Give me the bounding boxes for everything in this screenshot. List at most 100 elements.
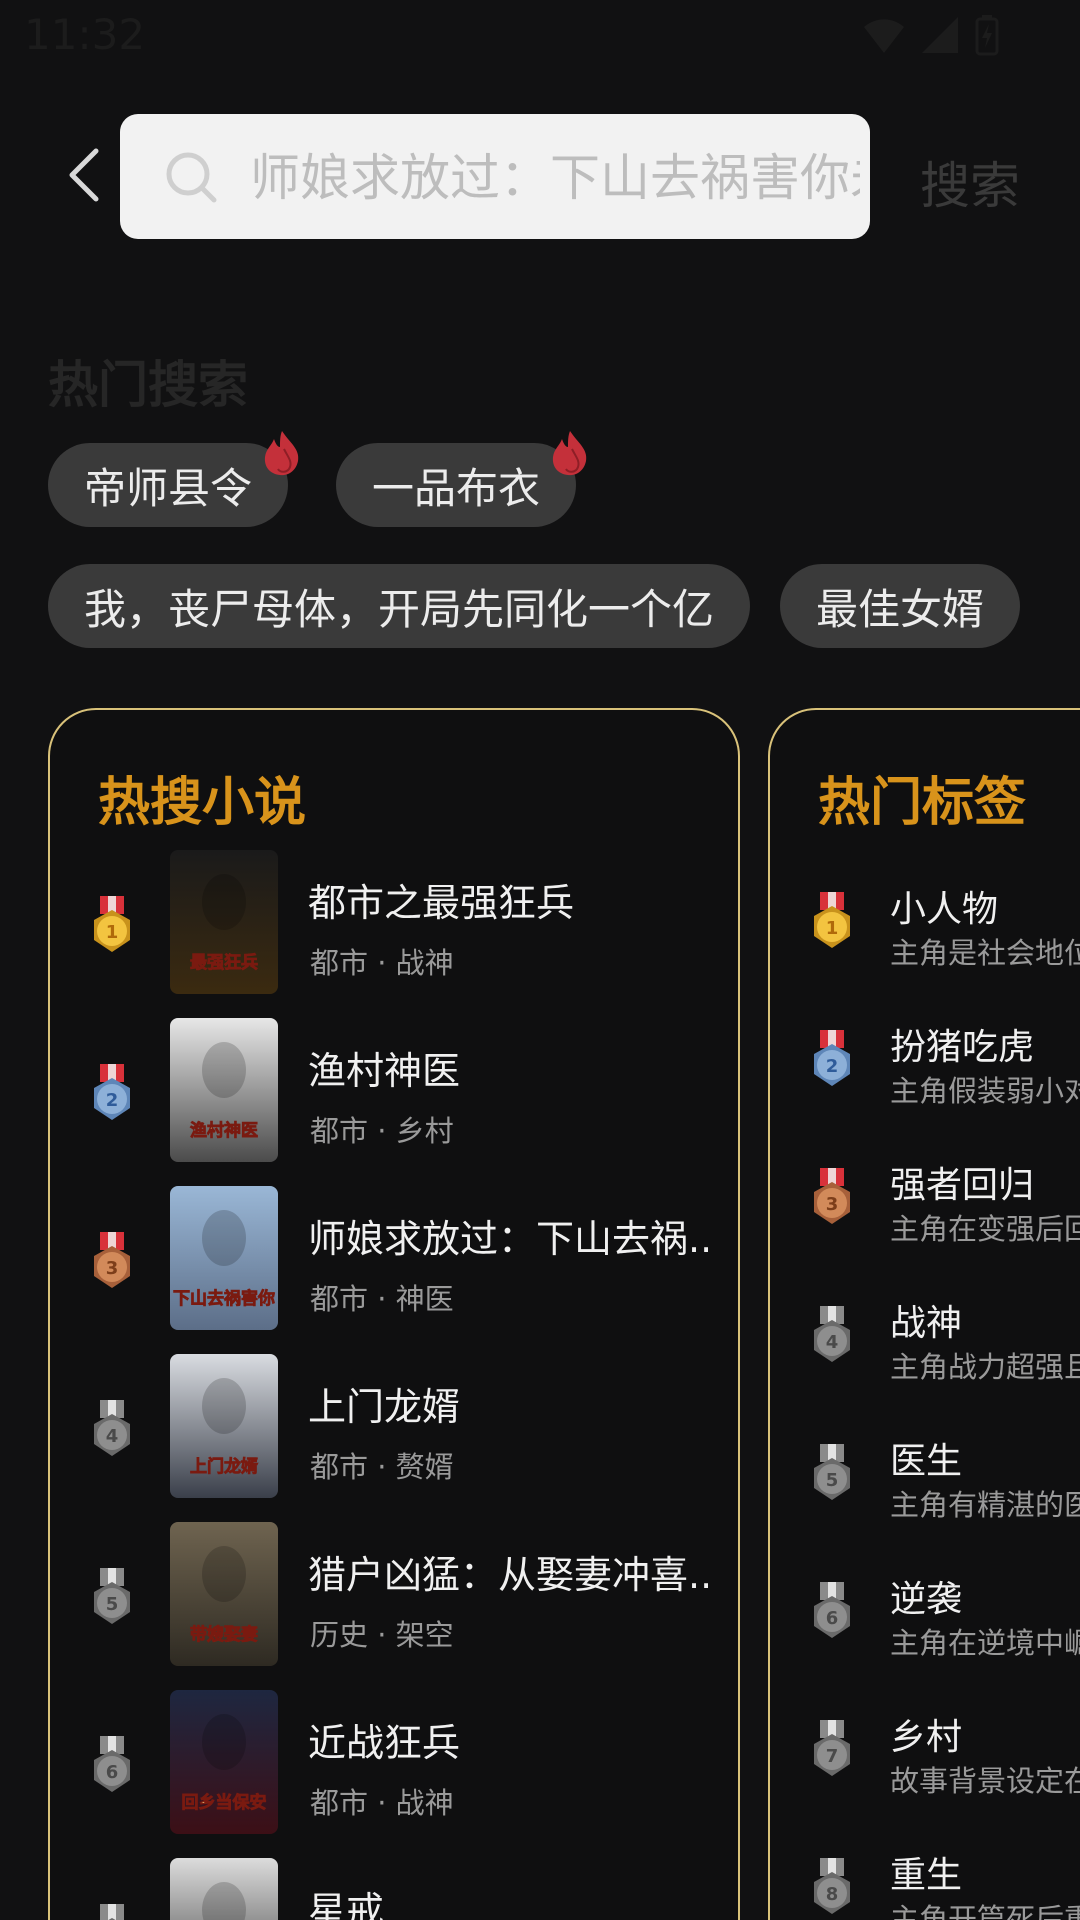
rank-medal-icon: 4 (94, 1400, 130, 1456)
search-page: 11:32 搜索 热门搜索 帝师县令 一品布衣 我，丧尸母体，开局先同化一个亿 … (0, 0, 1080, 1920)
status-icons (862, 14, 1000, 56)
book-cover[interactable]: 下山去祸害你 (170, 1186, 278, 1330)
tag-name: 逆袭 (890, 1579, 963, 1620)
svg-text:1: 1 (826, 918, 839, 939)
tag-name: 医生 (890, 1441, 963, 1482)
tag-item[interactable]: 4 战神 主角战力超强且 (770, 1282, 1080, 1402)
hot-search-title: 热门搜索 (48, 356, 248, 414)
status-bar: 11:32 (0, 0, 1080, 72)
tag-name: 乡村 (890, 1717, 963, 1758)
book-cover[interactable]: 渔村神医 (170, 1018, 278, 1162)
tag-name: 扮猪吃虎 (890, 1027, 1035, 1068)
cover-art: 最强狂兵 (190, 874, 258, 973)
novel-item[interactable]: 5 带嫂娶妻 猎户凶猛：从娶妻冲喜... 历史 · 架空 (50, 1522, 736, 1672)
book-cover[interactable]: 回乡当保安 (170, 1690, 278, 1834)
tag-description: 主角在变强后回 (890, 1212, 1080, 1246)
tag-name: 小人物 (890, 889, 999, 930)
svg-text:4: 4 (106, 1426, 119, 1447)
hot-search-chip[interactable]: 我，丧尸母体，开局先同化一个亿 (48, 564, 750, 648)
chevron-left-icon (69, 148, 99, 202)
status-time: 11:32 (24, 10, 146, 59)
tag-name: 重生 (890, 1855, 963, 1896)
wifi-icon (864, 19, 904, 53)
rank-medal-icon: 5 (94, 1568, 130, 1624)
rank-medal-icon: 7 (814, 1720, 850, 1776)
book-cover[interactable]: 上门龙婿 (170, 1354, 278, 1498)
cover-text: 带嫂娶妻 (190, 1624, 258, 1645)
novel-meta: 都市 · 乡村 (310, 1114, 454, 1148)
tag-item[interactable]: 8 重生 主角开篇死后重 (770, 1834, 1080, 1920)
rank-medal-icon: 6 (94, 1736, 130, 1792)
svg-text:2: 2 (826, 1056, 839, 1077)
novel-item[interactable]: 1 最强狂兵 都市之最强狂兵都市 · 战神 (50, 850, 736, 1000)
novel-item[interactable]: 7 星戒 (50, 1858, 736, 1920)
search-button[interactable]: 搜索 (920, 146, 1020, 218)
rank-medal-icon: 2 (94, 1064, 130, 1120)
chip-label: 一品布衣 (371, 463, 540, 513)
tag-description: 主角在逆境中崛 (890, 1626, 1080, 1660)
rank-medal-icon: 1 (814, 892, 850, 948)
rank-medal-icon: 3 (94, 1232, 130, 1288)
tag-item[interactable]: 2 扮猪吃虎主角假装弱小对 (770, 1006, 1080, 1126)
novel-item[interactable]: 6 回乡当保安 近战狂兵都市 · 战神 (50, 1690, 736, 1840)
hot-search-chip[interactable]: 一品布衣 (336, 443, 576, 527)
tag-item[interactable]: 1 小人物 主角是社会地位 (770, 868, 1080, 988)
novel-title: 都市之最强狂兵 (308, 881, 575, 925)
cover-text: 下山去祸害你 (173, 1288, 275, 1309)
battery-charging-icon (975, 15, 999, 56)
tag-item[interactable]: 3 强者回归 主角在变强后回 (770, 1144, 1080, 1264)
cover-text: 回乡当保安 (182, 1792, 267, 1813)
tag-description: 主角有精湛的医 (890, 1488, 1080, 1522)
cover-art: 下山去祸害你 (173, 1210, 275, 1309)
svg-text:2: 2 (106, 1090, 119, 1111)
novel-title: 上门龙婿 (308, 1385, 461, 1429)
novel-title: 星戒 (308, 1889, 385, 1920)
cover-art (202, 1882, 246, 1920)
signal-icon (922, 17, 958, 53)
tag-description: 故事背景设定在 (890, 1764, 1080, 1798)
hot-novels-card: 热搜小说 1 最强狂兵 都市之最强狂兵 都市 · 战神 2 渔村神医 渔村神医 都市 · 乡村… (48, 708, 740, 1920)
cover-text: 上门龙婿 (190, 1456, 258, 1477)
rank-medal-icon: 6 (814, 1582, 850, 1638)
rank-medal-icon: 2 (814, 1030, 850, 1086)
cover-art: 回乡当保安 (181, 1714, 267, 1813)
hot-tags-card: 热门标签 1 小人物 主角是社会地位 2 扮猪吃虎 主角假装弱小对 3 强者回归 主角在变强后回… (768, 708, 1080, 1920)
cover-art: 带嫂娶妻 (190, 1546, 258, 1645)
tag-item[interactable]: 7 乡村故事背景设定在 (770, 1696, 1080, 1816)
book-cover[interactable]: 带嫂娶妻 (170, 1522, 278, 1666)
novel-title: 师娘求放过：下山去祸... (308, 1217, 708, 1261)
novel-item[interactable]: 2 渔村神医 渔村神医 都市 · 乡村 (50, 1018, 736, 1168)
rank-medal-icon: 1 (94, 896, 130, 952)
hot-search-chip[interactable]: 帝师县令 (48, 443, 288, 527)
fire-icon (552, 431, 587, 476)
tag-name: 战神 (890, 1303, 963, 1344)
novel-item[interactable]: 3 下山去祸害你 师娘求放过：下山去祸... 都市 · 神医 (50, 1186, 736, 1336)
rank-medal-icon: 8 (814, 1858, 850, 1914)
tag-item[interactable]: 6 逆袭主角在逆境中崛 (770, 1558, 1080, 1678)
hot-tags-title: 热门标签 (818, 773, 1027, 833)
search-input[interactable] (248, 134, 862, 221)
svg-text:1: 1 (106, 922, 119, 943)
novel-meta: 都市 · 战神 (310, 946, 454, 980)
svg-text:5: 5 (826, 1470, 839, 1491)
back-button[interactable] (54, 145, 114, 205)
svg-text:6: 6 (826, 1608, 839, 1629)
novel-item[interactable]: 4 上门龙婿 上门龙婿 都市 · 赘婿 (50, 1354, 736, 1504)
tag-name: 强者回归 (890, 1165, 1035, 1206)
search-icon (166, 152, 217, 203)
novel-meta: 都市 · 赘婿 (310, 1450, 454, 1484)
chip-label: 我，丧尸母体，开局先同化一个亿 (83, 584, 714, 634)
search-box[interactable] (120, 114, 870, 239)
novel-title: 近战狂兵 (308, 1721, 461, 1765)
cover-art: 上门龙婿 (190, 1378, 258, 1477)
svg-text:6: 6 (106, 1762, 119, 1783)
tag-description: 主角假装弱小对 (890, 1074, 1080, 1108)
svg-text:4: 4 (826, 1332, 839, 1353)
svg-text:5: 5 (106, 1594, 119, 1615)
novel-meta: 都市 · 战神 (310, 1786, 454, 1820)
hot-search-chip[interactable]: 最佳女婿 (780, 564, 1020, 648)
svg-text:7: 7 (826, 1746, 839, 1767)
tag-item[interactable]: 5 医生主角有精湛的医 (770, 1420, 1080, 1540)
book-cover[interactable] (170, 1858, 278, 1920)
book-cover[interactable]: 最强狂兵 (170, 850, 278, 994)
